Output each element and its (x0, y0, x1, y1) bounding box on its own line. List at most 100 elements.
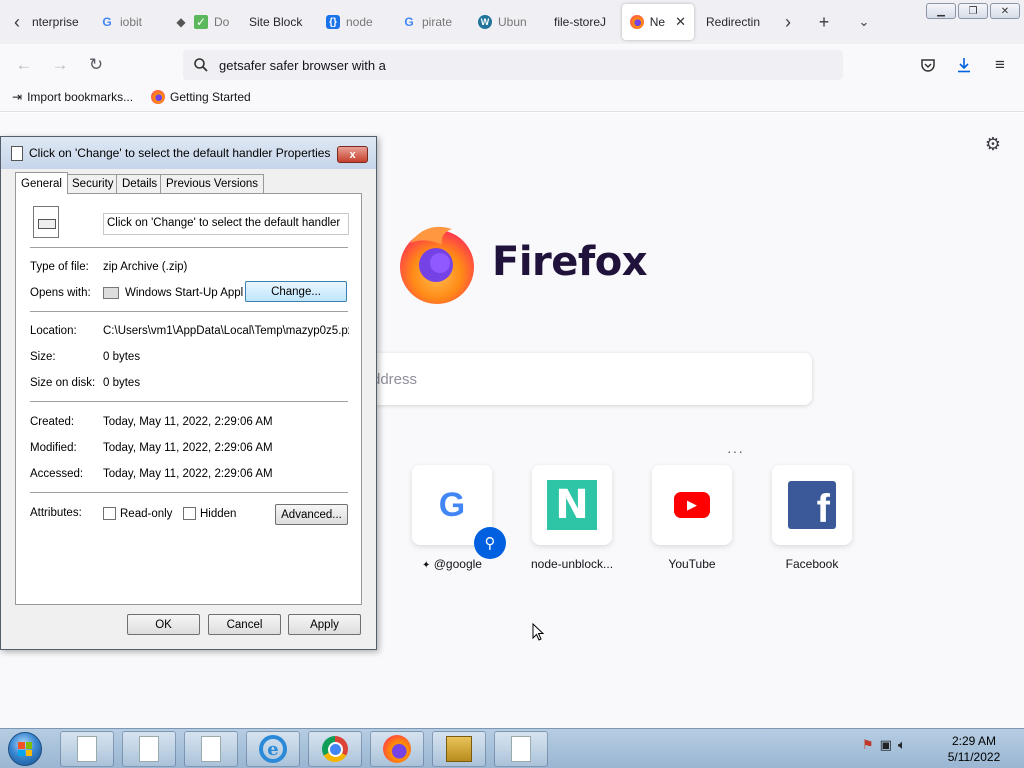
close-window-button[interactable]: ✕ (990, 3, 1020, 19)
tab-pirate[interactable]: G pirate (394, 4, 464, 40)
file-properties-dialog: Click on 'Change' to select the default … (0, 136, 377, 650)
cancel-button[interactable]: Cancel (208, 614, 281, 635)
clock-time: 2:29 AM (951, 734, 997, 748)
minimize-window-button[interactable]: ▁ (926, 3, 956, 19)
dialog-body: General Security Details Previous Versio… (7, 169, 370, 645)
taskbar-internet-explorer[interactable]: e (246, 731, 300, 767)
tab-label: node (346, 15, 373, 29)
url-bar[interactable]: getsafer safer browser with a (183, 50, 843, 80)
location-label: Location: (30, 325, 77, 337)
document-icon (11, 145, 23, 161)
tab-enterprise[interactable]: nterprise (24, 4, 94, 40)
taskbar-chrome[interactable] (308, 731, 362, 767)
gear-icon[interactable]: ⚙ (982, 133, 1004, 155)
pin-icon: ✦ (422, 560, 431, 571)
read-only-checkbox[interactable]: Read-only (103, 507, 172, 520)
clock[interactable]: 2:29 AM 5/11/2022 (938, 733, 1010, 765)
zip-file-icon (33, 206, 59, 238)
tab-ubuntu[interactable]: W Ubun (470, 4, 540, 40)
forward-arrow-icon[interactable]: → (47, 53, 73, 77)
tab-iobit[interactable]: G iobit (92, 4, 158, 40)
shortcut-node-unblock[interactable]: N node-unblock... (512, 465, 632, 571)
network-icon[interactable]: ▣ (880, 737, 892, 753)
tab-new-tab-active[interactable]: Ne ✕ (622, 4, 694, 40)
taskbar-properties[interactable] (494, 731, 548, 767)
taskbar-document-3[interactable] (184, 731, 238, 767)
start-button[interactable] (4, 730, 46, 768)
opens-with-text: Windows Start-Up Appli (125, 287, 243, 300)
tab-label: file-storeJ (554, 15, 607, 29)
tab-previous-versions[interactable]: Previous Versions (160, 174, 265, 193)
tab-site-block[interactable]: Site Block (241, 4, 313, 40)
bookmark-label: Getting Started (170, 90, 251, 104)
dialog-title: Click on 'Change' to select the default … (29, 146, 331, 160)
tab-label: Ubun (498, 15, 527, 29)
hamburger-menu-icon[interactable]: ≡ (987, 53, 1013, 77)
restore-window-button[interactable]: ❐ (958, 3, 988, 19)
separator (30, 401, 348, 402)
list-all-tabs-chevron-icon[interactable]: ⌄ (851, 10, 877, 34)
tab-general[interactable]: General (15, 172, 68, 194)
shortcut-facebook[interactable]: f Facebook (752, 465, 872, 571)
mouse-pointer-icon (532, 623, 544, 641)
tab-details[interactable]: Details (116, 174, 164, 193)
dialog-title-bar[interactable]: Click on 'Change' to select the default … (1, 137, 376, 169)
shortcut-tile[interactable]: G ⚲ (412, 465, 506, 559)
hidden-checkbox[interactable]: Hidden (183, 507, 236, 520)
shortcut-label: YouTube (668, 557, 716, 571)
taskbar-archive[interactable] (432, 731, 486, 767)
firefox-icon (630, 15, 644, 29)
shortcut-youtube[interactable]: ▶ YouTube (632, 465, 752, 571)
read-only-label: Read-only (120, 507, 173, 520)
shortcut-google[interactable]: G ⚲ ✦ @google (392, 465, 512, 571)
bookmark-getting-started[interactable]: Getting Started (151, 90, 251, 104)
close-tab-icon[interactable]: ✕ (675, 14, 686, 30)
checkbox-box[interactable] (103, 507, 116, 520)
new-tab-plus-icon[interactable]: + (811, 10, 837, 34)
opens-with-value: Windows Start-Up Appli (103, 287, 243, 299)
navigation-toolbar: ← → ↻ getsafer safer browser with a ≡ (0, 44, 1024, 86)
tab-file-store[interactable]: file-storeJ (546, 4, 618, 40)
separator (30, 311, 348, 312)
volume-icon[interactable]: 🔈︎ (898, 737, 906, 753)
extension-icon: ◆ (176, 15, 186, 29)
size-on-disk-label: Size on disk: (30, 377, 96, 389)
advanced-button[interactable]: Advanced... (275, 504, 348, 525)
shortcut-tile[interactable]: f (772, 465, 852, 545)
taskbar-firefox[interactable] (370, 731, 424, 767)
back-arrow-icon[interactable]: ← (11, 53, 37, 77)
pocket-icon[interactable] (915, 53, 941, 77)
tab-label: Ne (649, 15, 666, 29)
tab-node[interactable]: {} node (318, 4, 386, 40)
tab-redirecting[interactable]: Redirectin (698, 4, 770, 40)
action-center-flag-icon[interactable]: ⚑ (862, 737, 874, 753)
ok-button[interactable]: OK (127, 614, 200, 635)
taskbar-document-2[interactable] (122, 731, 176, 767)
tab-label: pirate (422, 15, 453, 29)
apply-button[interactable]: Apply (288, 614, 361, 635)
checkbox-box[interactable] (183, 507, 196, 520)
tab-security[interactable]: Security (66, 174, 120, 193)
more-options-icon[interactable]: ··· (727, 443, 744, 459)
taskbar-document-1[interactable] (60, 731, 114, 767)
hidden-label: Hidden (200, 507, 237, 520)
document-icon (511, 736, 531, 762)
internet-explorer-icon: e (259, 735, 287, 763)
n-logo-icon: N (547, 480, 597, 530)
shortcut-tile[interactable]: ▶ (652, 465, 732, 545)
accessed-label: Accessed: (30, 468, 84, 480)
downloads-icon[interactable] (951, 53, 977, 77)
firefox-wordmark: Firefox (492, 239, 648, 285)
file-name-field[interactable]: Click on 'Change' to select the default … (103, 213, 349, 235)
reload-icon[interactable]: ↻ (83, 53, 109, 77)
scroll-tabs-right-icon[interactable]: › (775, 10, 801, 34)
system-tray: ⚑ ▣ 🔈︎ (862, 737, 906, 753)
windows-logo-icon (8, 732, 42, 766)
change-button[interactable]: Change... (245, 281, 347, 302)
close-icon[interactable]: x (337, 146, 368, 163)
bookmark-import[interactable]: ⇥ Import bookmarks... (12, 90, 133, 104)
shortcut-tile[interactable]: N (532, 465, 612, 545)
tab-do[interactable]: ◆ ✓ Do (166, 4, 236, 40)
bookmark-label: Import bookmarks... (27, 90, 134, 104)
firefox-icon (151, 90, 165, 104)
